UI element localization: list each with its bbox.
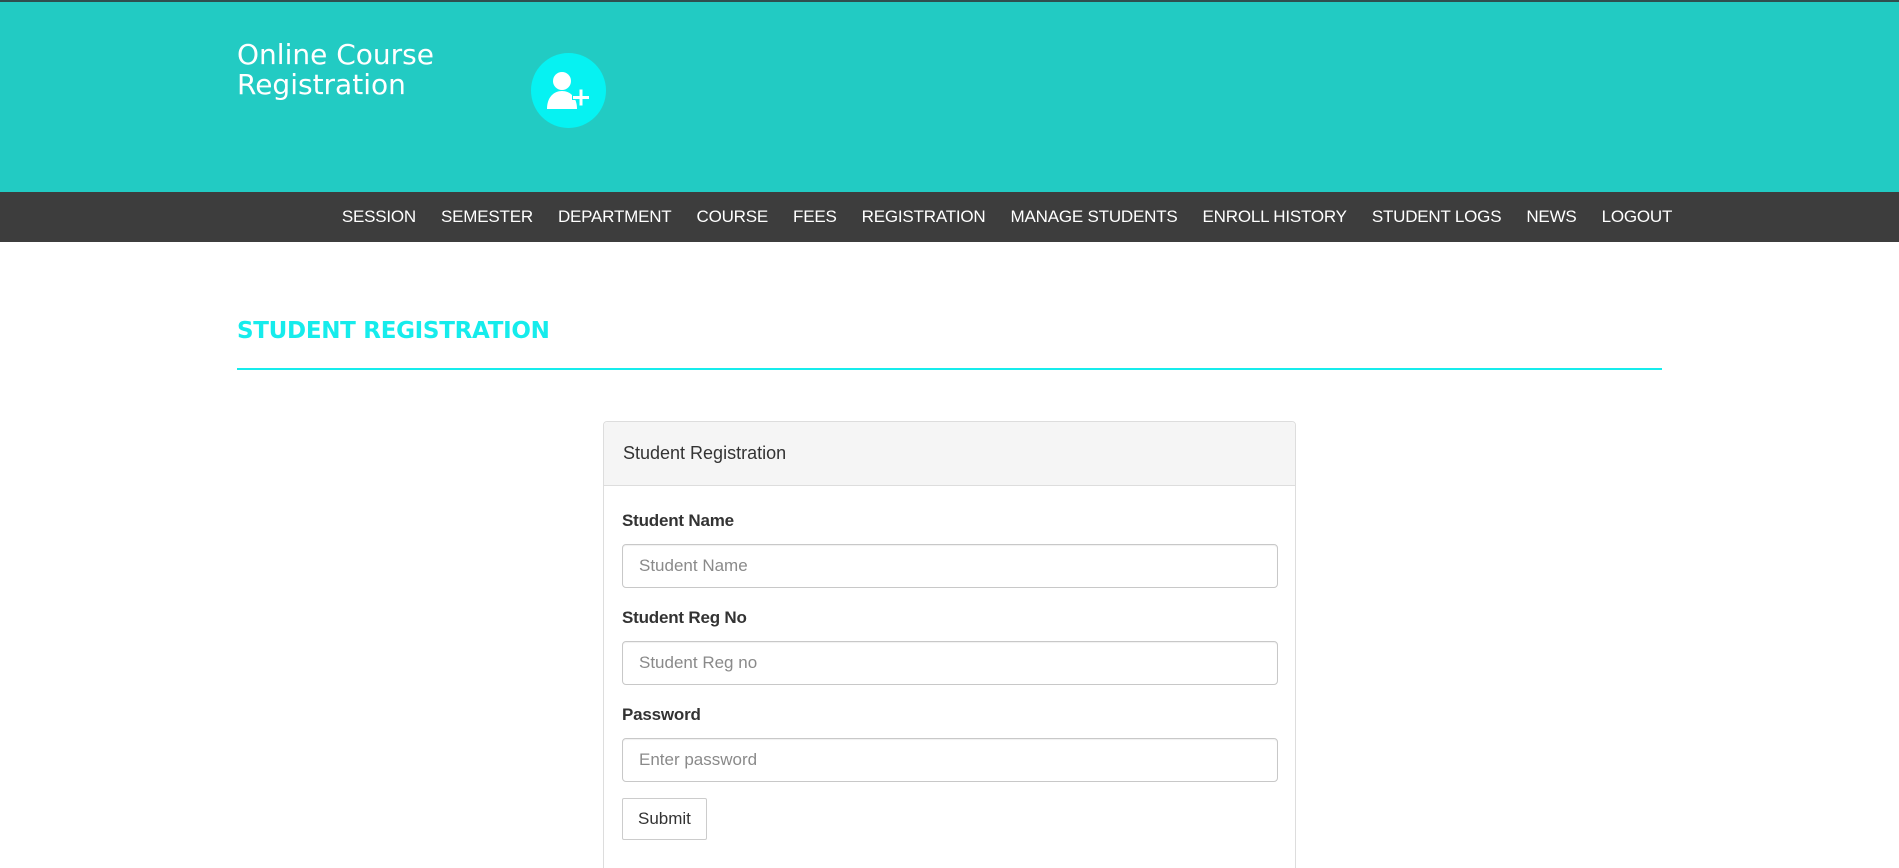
student-name-group: Student Name (622, 511, 1278, 588)
nav-item-registration[interactable]: REGISTRATION (849, 192, 998, 242)
nav-item-fees[interactable]: FEES (781, 192, 850, 242)
password-group: Password (622, 705, 1278, 782)
nav-item-course[interactable]: COURSE (684, 192, 781, 242)
student-name-input[interactable] (622, 544, 1278, 588)
user-plus-svg (546, 71, 590, 109)
registration-form: Student Name Student Reg No Password Sub… (604, 486, 1295, 840)
brand-title[interactable]: Online Course Registration (237, 40, 457, 100)
nav-item-logout[interactable]: LOGOUT (1589, 192, 1685, 242)
nav-item-manage-students[interactable]: MANAGE STUDENTS (998, 192, 1190, 242)
user-plus-icon (531, 53, 606, 128)
nav-item-semester[interactable]: SEMESTER (429, 192, 546, 242)
password-input[interactable] (622, 738, 1278, 782)
password-label: Password (622, 705, 701, 724)
title-divider (237, 368, 1662, 370)
site-header: Online Course Registration (0, 2, 1899, 192)
nav-list: SESSION SEMESTER DEPARTMENT COURSE FEES … (329, 192, 1684, 242)
nav-item-news[interactable]: NEWS (1514, 192, 1589, 242)
main-nav: SESSION SEMESTER DEPARTMENT COURSE FEES … (0, 192, 1899, 242)
registration-panel: Student Registration Student Name Studen… (603, 421, 1296, 868)
nav-item-student-logs[interactable]: STUDENT LOGS (1359, 192, 1514, 242)
student-reg-no-group: Student Reg No (622, 608, 1278, 685)
nav-item-enroll-history[interactable]: ENROLL HISTORY (1190, 192, 1359, 242)
page-title: STUDENT REGISTRATION (237, 318, 550, 344)
submit-button[interactable]: Submit (622, 798, 707, 840)
student-reg-no-input[interactable] (622, 641, 1278, 685)
nav-item-session[interactable]: SESSION (329, 192, 428, 242)
student-name-label: Student Name (622, 511, 734, 530)
panel-heading: Student Registration (604, 422, 1295, 486)
student-reg-no-label: Student Reg No (622, 608, 747, 627)
nav-item-department[interactable]: DEPARTMENT (545, 192, 684, 242)
